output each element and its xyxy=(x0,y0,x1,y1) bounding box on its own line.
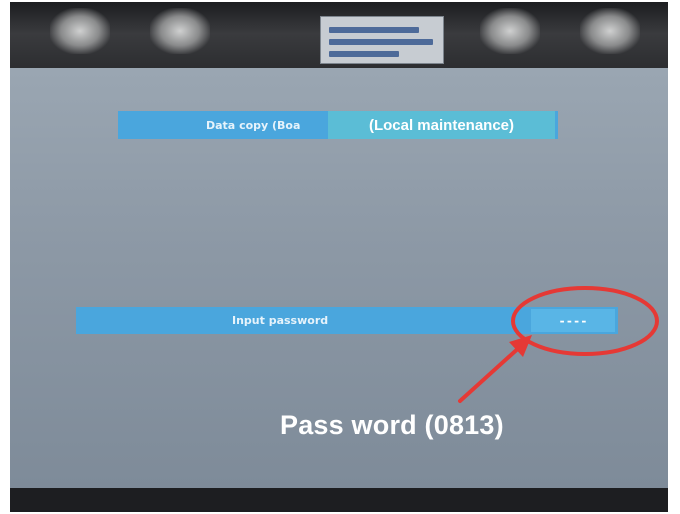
ceiling-light xyxy=(150,8,210,54)
data-copy-label: Data copy (Boa xyxy=(206,118,301,132)
monitor-top-bezel xyxy=(10,2,668,72)
monitor-bottom-bezel xyxy=(10,488,668,512)
sign-stripe xyxy=(329,27,419,33)
ceiling-light xyxy=(580,8,640,54)
sign-stripe xyxy=(329,39,433,45)
password-annotation: Pass word (0813) xyxy=(280,410,504,440)
ceiling-light xyxy=(50,8,110,54)
sign-stripe xyxy=(329,51,399,57)
input-password-label: Input password xyxy=(232,314,329,327)
password-input[interactable]: ---- xyxy=(531,309,615,332)
wall-sign xyxy=(320,16,444,64)
local-maintenance-label: (Local maintenance) xyxy=(328,111,555,139)
ceiling-light xyxy=(480,8,540,54)
